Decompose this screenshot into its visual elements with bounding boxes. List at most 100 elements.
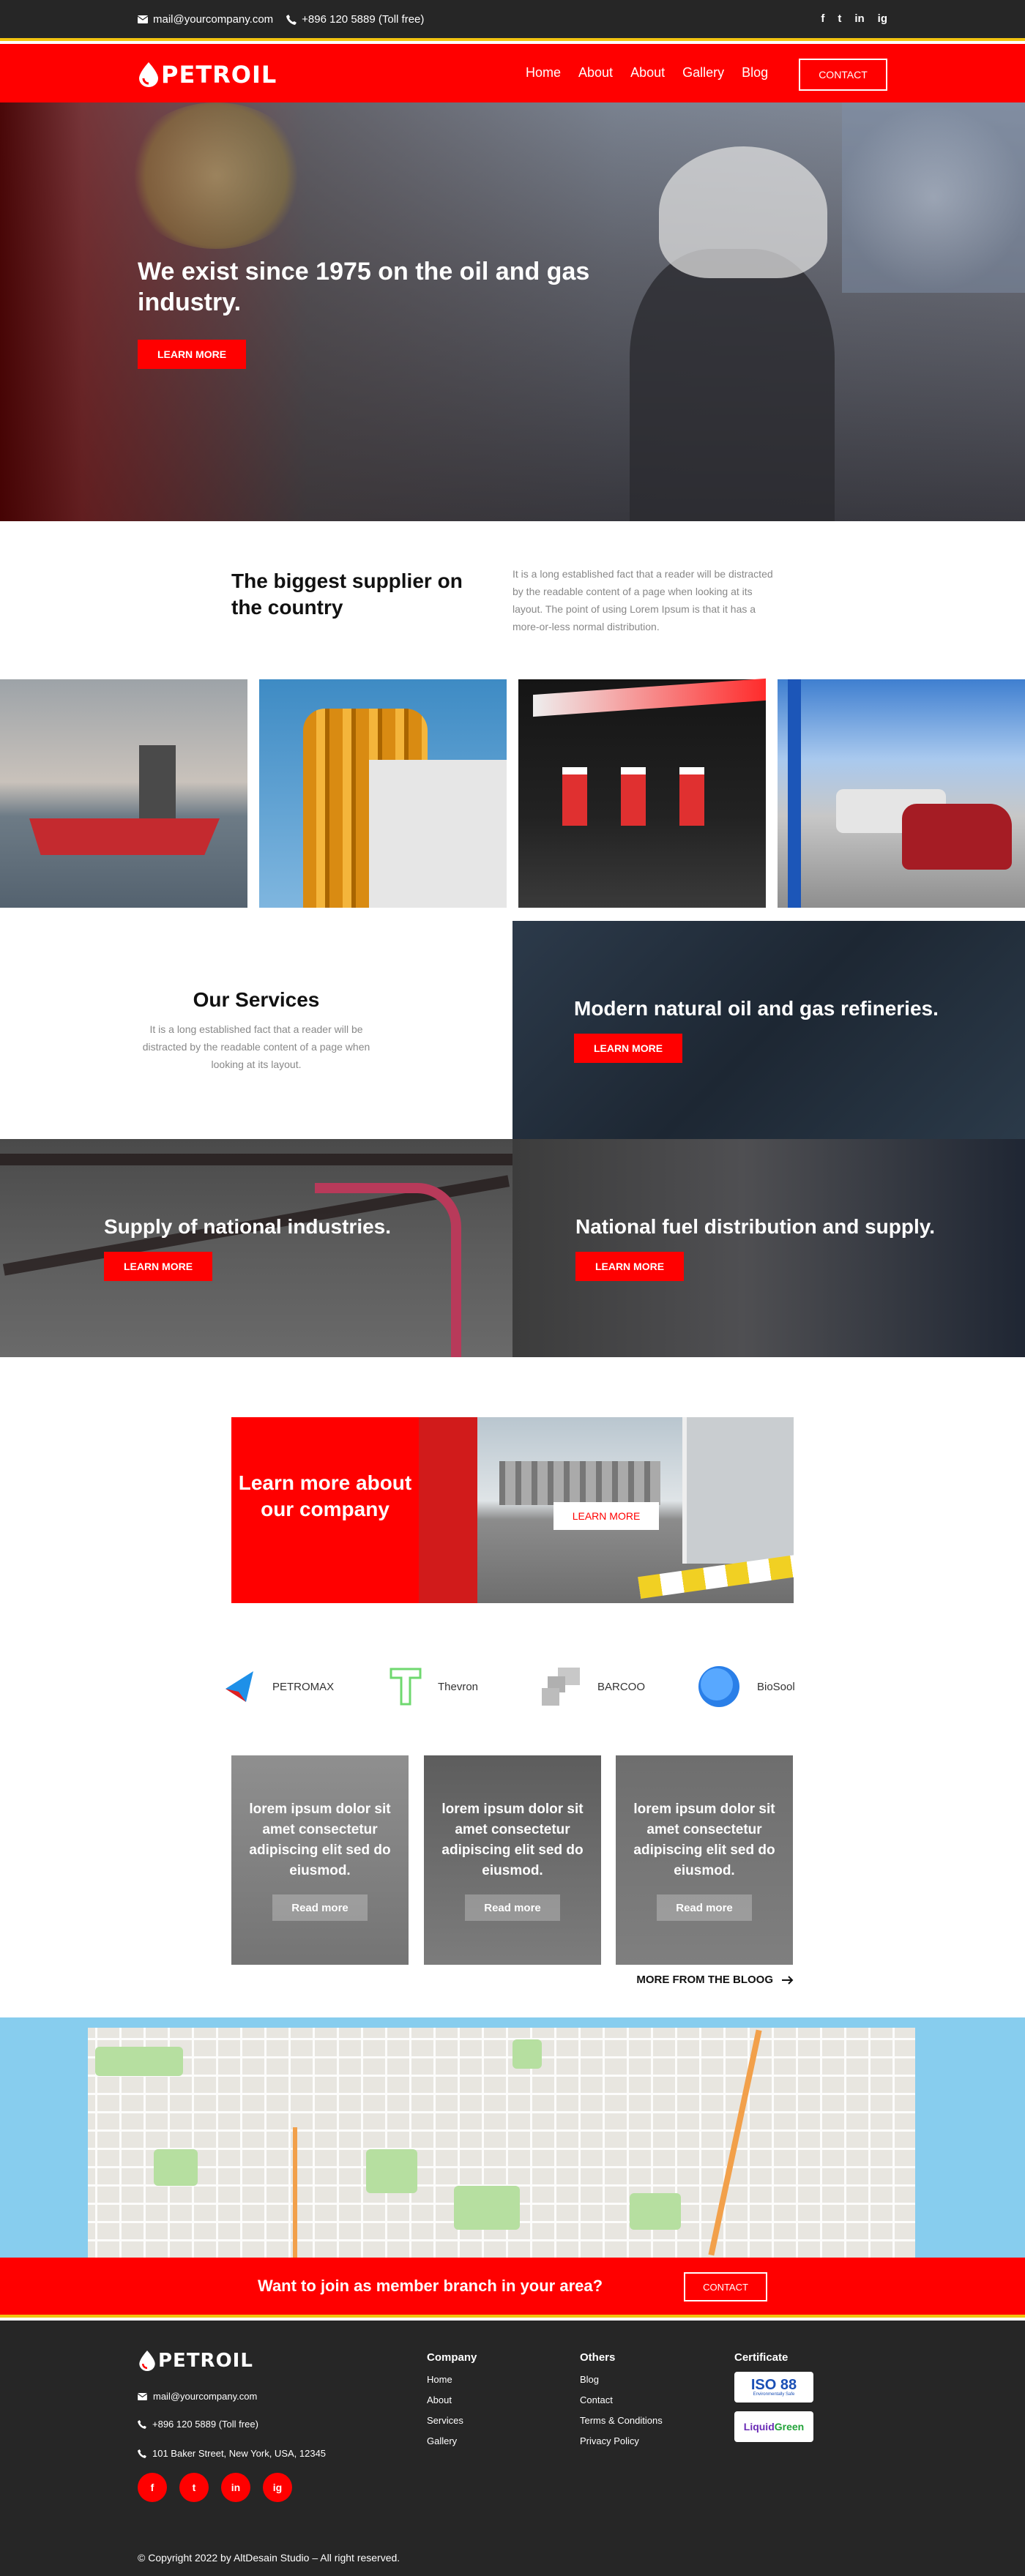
nav-blog[interactable]: Blog: [742, 65, 768, 81]
about-cta-panel: Learn more about our company: [231, 1417, 419, 1603]
nav-home[interactable]: Home: [526, 65, 561, 81]
blog-card[interactable]: lorem ipsum dolor sit amet consectetur a…: [424, 1755, 601, 1965]
read-more-button[interactable]: Read more: [657, 1894, 752, 1921]
footer-link-blog[interactable]: Blog: [580, 2374, 663, 2385]
services-title: Our Services: [193, 988, 320, 1011]
join-title: Want to join as member branch in your ar…: [258, 2277, 603, 2295]
hero-helmet-left: [124, 102, 308, 249]
service-learn-more-button[interactable]: LEARN MORE: [104, 1252, 212, 1281]
read-more-button[interactable]: Read more: [272, 1894, 368, 1921]
more-blog-link[interactable]: MORE FROM THE BLOOG: [636, 1974, 794, 1986]
footer-address-text: 101 Baker Street, New York, USA, 12345: [152, 2448, 327, 2459]
intro-text: It is a long established fact that a rea…: [512, 568, 773, 632]
about-cta-button[interactable]: LEARN MORE: [554, 1502, 659, 1530]
footer-phone[interactable]: +896 120 5889 (Toll free): [138, 2419, 258, 2430]
pink-pipe: [315, 1183, 461, 1357]
storage-tank: [682, 1417, 794, 1564]
linkedin-icon[interactable]: in: [854, 12, 864, 25]
partner-thevron[interactable]: Thevron: [390, 1665, 478, 1709]
brand-logo[interactable]: PETROIL: [138, 61, 277, 89]
map-park: [154, 2149, 198, 2186]
footer-link-gallery[interactable]: Gallery: [427, 2435, 477, 2446]
nav-gallery[interactable]: Gallery: [682, 65, 724, 81]
service-title: Supply of national industries.: [104, 1215, 392, 1238]
more-blog-label: MORE FROM THE BLOOG: [636, 1974, 773, 1986]
instagram-icon[interactable]: ig: [263, 2473, 292, 2502]
building-wall: [369, 760, 507, 908]
service-learn-more-button[interactable]: LEARN MORE: [574, 1034, 682, 1063]
top-phone-text: +896 120 5889 (Toll free): [302, 13, 425, 26]
footer-link-contact[interactable]: Contact: [580, 2394, 663, 2405]
footer-brand-name: PETROIL: [158, 2350, 253, 2372]
top-phone[interactable]: +896 120 5889 (Toll free): [286, 13, 424, 26]
blog-card[interactable]: lorem ipsum dolor sit amet consectetur a…: [231, 1755, 409, 1965]
map-park: [512, 2039, 542, 2069]
photo-gas-station-night: [518, 678, 766, 908]
footer-logo[interactable]: PETROIL: [138, 2350, 253, 2372]
phone-icon: [286, 14, 297, 25]
facebook-icon[interactable]: f: [138, 2473, 167, 2502]
instagram-icon[interactable]: ig: [878, 12, 887, 25]
twitter-icon[interactable]: t: [179, 2473, 209, 2502]
phone-icon: [138, 2449, 146, 2458]
linkedin-icon[interactable]: in: [221, 2473, 250, 2502]
nav-contact-button[interactable]: CONTACT: [799, 59, 887, 91]
nav-about-2[interactable]: About: [630, 65, 665, 81]
liquid-label: Liquid: [743, 2421, 775, 2433]
photo-pipes: [259, 679, 507, 908]
footer-link-about[interactable]: About: [427, 2394, 477, 2405]
hero-sky: [842, 102, 1025, 293]
iso-sublabel: Environmentally Safe: [753, 2392, 795, 2397]
join-contact-button[interactable]: CONTACT: [684, 2272, 767, 2301]
brand-name: PETROIL: [161, 61, 277, 89]
red-car: [902, 804, 1012, 870]
phone-icon: [138, 2419, 146, 2429]
footer-certificate-column: Certificate: [734, 2351, 788, 2374]
footer-link-privacy[interactable]: Privacy Policy: [580, 2435, 663, 2446]
footer-link-home[interactable]: Home: [427, 2374, 477, 2385]
envelope-icon: [138, 15, 148, 23]
footer-link-services[interactable]: Services: [427, 2415, 477, 2426]
ship-hull: [29, 818, 220, 855]
envelope-icon: [138, 2392, 147, 2400]
footer-link-terms[interactable]: Terms & Conditions: [580, 2415, 663, 2426]
footer-others-title: Others: [580, 2351, 616, 2364]
copyright: © Copyright 2022 by AltDesain Studio – A…: [138, 2552, 400, 2564]
read-more-button[interactable]: Read more: [465, 1894, 560, 1921]
service-panel-industries: Supply of national industries. LEARN MOR…: [0, 1139, 512, 1357]
blog-card-title: lorem ipsum dolor sit amet consectetur a…: [249, 1802, 391, 1878]
station-pillar: [788, 679, 801, 908]
top-email[interactable]: mail@yourcompany.com: [138, 13, 273, 26]
oil-drop-icon: [139, 2351, 155, 2371]
service-learn-more-button[interactable]: LEARN MORE: [575, 1252, 684, 1281]
footer-email[interactable]: mail@yourcompany.com: [138, 2391, 257, 2402]
fuel-pump: [562, 767, 587, 826]
partner-petromax[interactable]: PETROMAX: [224, 1665, 334, 1709]
top-bar: mail@yourcompany.com +896 120 5889 (Toll…: [0, 0, 1025, 41]
map-park: [454, 2186, 520, 2230]
station-canopy: [533, 678, 766, 717]
iso-certificate-badge: ISO 88 Environmentally Safe: [734, 2372, 813, 2403]
main-nav: PETROIL Home About About Gallery Blog CO…: [0, 44, 1025, 102]
partner-barcoo[interactable]: BARCOO: [540, 1665, 645, 1709]
join-banner: Want to join as member branch in your ar…: [0, 2258, 1025, 2318]
arrow-right-icon: [782, 1975, 794, 1985]
hero-banner: We exist since 1975 on the oil and gas i…: [0, 102, 1025, 521]
page: mail@yourcompany.com +896 120 5889 (Toll…: [0, 0, 1025, 2576]
nav-about[interactable]: About: [578, 65, 613, 81]
footer-phone-text: +896 120 5889 (Toll free): [152, 2419, 258, 2430]
blog-card[interactable]: lorem ipsum dolor sit amet consectetur a…: [616, 1755, 793, 1965]
twitter-icon[interactable]: t: [838, 12, 841, 25]
service-panel-refineries: Modern natural oil and gas refineries. L…: [512, 921, 1025, 1139]
facebook-icon[interactable]: f: [821, 12, 824, 25]
hero-helmet-right: [659, 146, 827, 278]
photo-ship: [0, 679, 247, 908]
service-title: Modern natural oil and gas refineries.: [574, 997, 939, 1020]
biosool-logo-icon: [698, 1666, 739, 1707]
photo-gas-station-day: [778, 679, 1025, 908]
nav-menu: Home About About Gallery Blog: [526, 65, 768, 81]
partner-name: Thevron: [438, 1680, 479, 1693]
location-map[interactable]: [0, 2017, 1025, 2258]
hero-learn-more-button[interactable]: LEARN MORE: [138, 340, 246, 369]
partner-biosool[interactable]: BioSool: [697, 1665, 795, 1709]
